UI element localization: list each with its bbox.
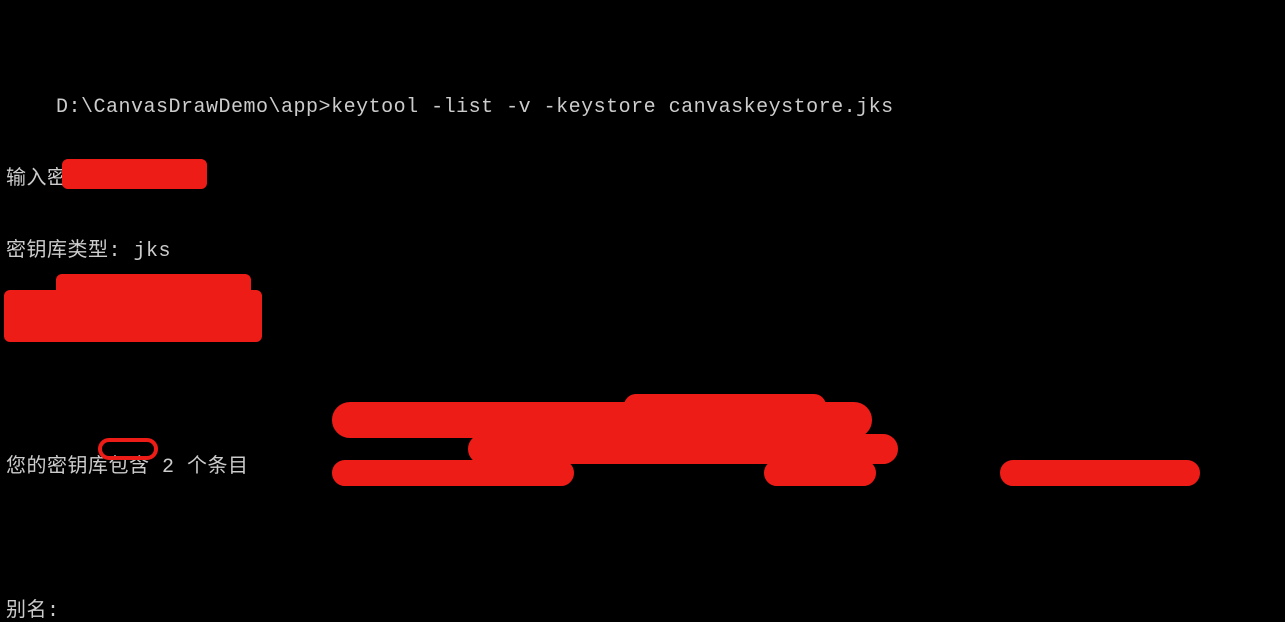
blank-line: [6, 528, 1285, 552]
redaction-blob-sha256-c: [1000, 460, 1200, 486]
prompt-command: keytool -list -v -keystore canvaskeystor…: [331, 96, 894, 119]
terminal-output: D:\CanvasDrawDemo\app>keytool -list -v -…: [0, 0, 1285, 622]
prompt-path: D:\CanvasDrawDemo\app>: [56, 96, 331, 119]
output-line: 密钥库类型: jks: [6, 240, 1285, 264]
alias-line: 别名:: [6, 600, 1285, 622]
redaction-circle-sha1-label: [98, 438, 158, 460]
redaction-alias: [62, 159, 207, 189]
redaction-blob-sha1-top: [624, 394, 826, 418]
prompt-line[interactable]: D:\CanvasDrawDemo\app>keytool -list -v -…: [6, 72, 1285, 96]
redaction-owner-issuer-inner: [56, 274, 251, 342]
redaction-blob-sha256-b: [764, 460, 876, 486]
redaction-blob-sha256-a: [332, 460, 574, 486]
